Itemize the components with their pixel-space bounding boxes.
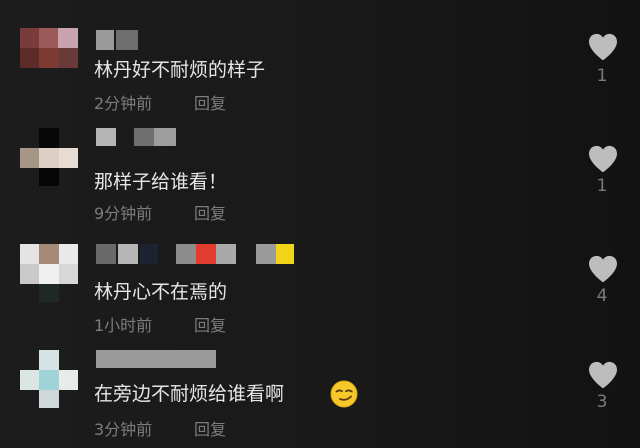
like-count: 4 — [596, 286, 608, 306]
comment-text: 林丹好不耐烦的样子 — [94, 59, 266, 81]
avatar[interactable] — [20, 244, 78, 302]
smirk-emoji-icon — [330, 380, 358, 408]
comment-item: 那样子给谁看！ 9分钟前 回复 1 — [0, 118, 640, 234]
comment-time: 1小时前 — [94, 316, 153, 335]
avatar[interactable] — [20, 128, 78, 186]
heart-icon[interactable] — [587, 360, 619, 390]
nickname-pixelated[interactable] — [96, 244, 296, 264]
comment-item: 林丹好不耐烦的样子 2分钟前 回复 1 — [0, 0, 640, 118]
like-count: 3 — [596, 392, 608, 412]
comment-time: 3分钟前 — [94, 420, 153, 439]
comment-text: 在旁边不耐烦给谁看啊 — [94, 383, 285, 405]
comment-meta: 2分钟前 回复 — [94, 94, 226, 114]
nickname-pixelated[interactable] — [96, 350, 216, 368]
reply-button[interactable]: 回复 — [194, 204, 226, 223]
reply-button[interactable]: 回复 — [194, 94, 226, 113]
comment-list: 林丹好不耐烦的样子 2分钟前 回复 1 那样子给谁看！ 9分钟前 回复 1 林丹… — [0, 0, 640, 448]
heart-icon[interactable] — [587, 144, 619, 174]
avatar[interactable] — [20, 28, 78, 68]
nickname-pixelated[interactable] — [96, 30, 138, 50]
comment-text: 林丹心不在焉的 — [94, 281, 228, 303]
like-count: 1 — [596, 176, 608, 196]
heart-icon[interactable] — [587, 254, 619, 284]
comment-item: 在旁边不耐烦给谁看啊 3分钟前 回复 3 — [0, 342, 640, 448]
comment-text: 那样子给谁看！ — [94, 171, 228, 193]
comment-meta: 9分钟前 回复 — [94, 204, 226, 224]
comment-item: 林丹心不在焉的 1小时前 回复 4 — [0, 234, 640, 342]
comment-meta: 1小时前 回复 — [94, 316, 226, 336]
reply-button[interactable]: 回复 — [194, 420, 226, 439]
comment-time: 9分钟前 — [94, 204, 153, 223]
comment-meta: 3分钟前 回复 — [94, 420, 226, 440]
reply-button[interactable]: 回复 — [194, 316, 226, 335]
like-count: 1 — [596, 66, 608, 86]
nickname-pixelated[interactable] — [96, 128, 176, 146]
avatar[interactable] — [20, 350, 78, 408]
comment-time: 2分钟前 — [94, 94, 153, 113]
heart-icon[interactable] — [587, 32, 619, 62]
